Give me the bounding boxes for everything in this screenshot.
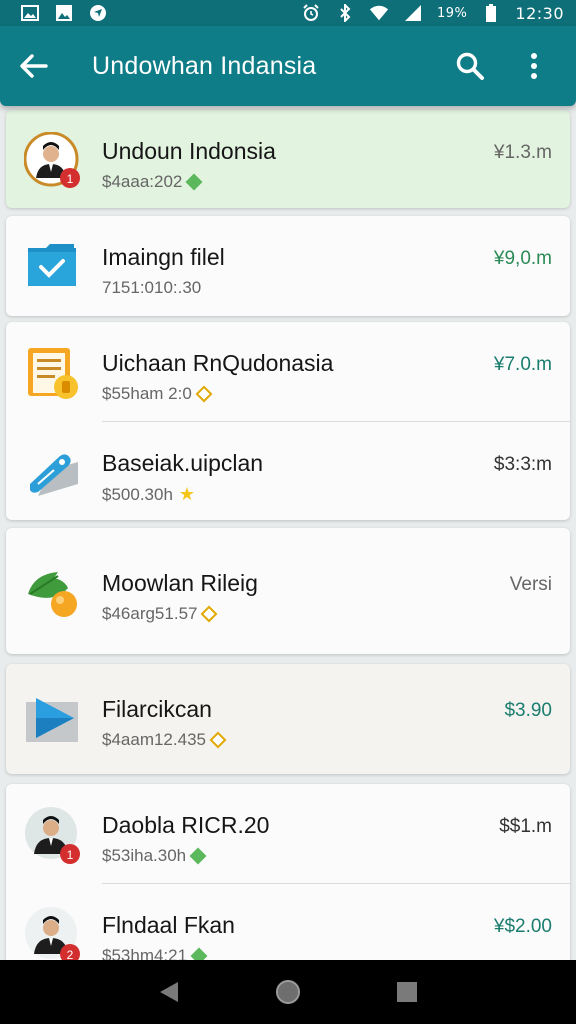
item-subtitle: $46arg51.57	[102, 604, 218, 624]
item-price: $3.90	[504, 700, 552, 721]
list-card: Uichaan RnQudonasia $55ham 2:0 ¥7.0.m Ba…	[6, 322, 570, 520]
item-price: ¥7.0.m	[493, 354, 552, 375]
item-title: Flndaal Fkan	[102, 912, 235, 938]
list-item[interactable]: Baseiak.uipclan $500.30h ★ $3:3:m	[6, 422, 570, 522]
nav-back-icon[interactable]	[149, 972, 189, 1012]
search-icon[interactable]	[448, 44, 492, 88]
item-price: Versi	[509, 574, 552, 595]
back-arrow-icon[interactable]	[20, 44, 64, 88]
item-subtitle-text: $53iha.30h	[102, 846, 187, 865]
item-title: Daobla RICR.20	[102, 812, 270, 838]
list-card: 1 Daobla RICR.20 $53iha.30h $$1.m 2 Flnd…	[6, 784, 570, 960]
item-title: Baseiak.uipclan	[102, 450, 264, 476]
item-subtitle-text: 7151:010:.30	[102, 278, 202, 297]
list-card: 1 Undoun Indonsia $4aaa:202 ¥1.3.m	[6, 110, 570, 208]
app-bar: Undowhan Indansia	[0, 26, 576, 106]
avatar-icon: 2	[24, 906, 82, 960]
item-subtitle: $500.30h ★	[102, 484, 195, 505]
battery-icon	[481, 4, 501, 22]
system-nav-bar	[0, 960, 576, 1024]
play-icon	[24, 690, 82, 748]
leaf-icon	[24, 564, 82, 622]
item-subtitle: $55ham 2:0	[102, 384, 213, 404]
item-title: Moowlan Rileig	[102, 570, 258, 596]
list-item[interactable]: Moowlan Rileig $46arg51.57 Versi	[6, 542, 570, 642]
wifi-icon	[369, 4, 389, 22]
item-subtitle-text: $46arg51.57	[102, 604, 198, 623]
more-options-icon[interactable]	[512, 44, 556, 88]
list-item[interactable]: Uichaan RnQudonasia $55ham 2:0 ¥7.0.m	[6, 322, 570, 422]
item-price: $3:3:m	[493, 454, 552, 475]
item-subtitle-text: $53hm4:21	[102, 946, 188, 960]
item-subtitle-text: $4aam12.435	[102, 730, 206, 749]
battery-percent: 19%	[436, 5, 468, 21]
list-item[interactable]: 1 Daobla RICR.20 $53iha.30h $$1.m	[6, 784, 570, 884]
item-price: ¥1.3.m	[493, 142, 552, 163]
green-diamond-icon	[185, 173, 203, 191]
list-card: Moowlan Rileig $46arg51.57 Versi	[6, 528, 570, 654]
gold-diamond-icon	[209, 731, 227, 749]
page-title: Undowhan Indansia	[92, 51, 317, 80]
list-item[interactable]: Imaingn filel 7151:010:.30 ¥9,0.m	[6, 216, 570, 316]
gallery-notification-icon	[20, 4, 40, 22]
item-subtitle: $4aam12.435	[102, 730, 227, 750]
image-notification-icon	[54, 4, 74, 22]
alarm-icon	[301, 4, 321, 22]
item-subtitle-text: $500.30h	[102, 484, 173, 504]
green-diamond-icon	[190, 947, 208, 960]
status-bar: 19% 12:30	[0, 0, 576, 26]
badge-count: 2	[67, 948, 74, 960]
ticket-icon	[24, 444, 82, 502]
list-card: Imaingn filel 7151:010:.30 ¥9,0.m	[6, 216, 570, 316]
list-card: Filarcikcan $4aam12.435 $3.90	[6, 664, 570, 774]
gold-diamond-icon	[200, 605, 218, 623]
document-icon	[24, 344, 82, 402]
avatar-icon: 1	[23, 131, 82, 190]
item-title: Filarcikcan	[102, 696, 212, 722]
gold-diamond-icon	[195, 385, 213, 403]
item-list: 1 Undoun Indonsia $4aaa:202 ¥1.3.m Imain…	[0, 108, 576, 960]
bluetooth-icon	[335, 4, 355, 22]
list-item[interactable]: 1 Undoun Indonsia $4aaa:202 ¥1.3.m	[6, 110, 570, 210]
nav-home-icon[interactable]	[268, 972, 308, 1012]
mail-folder-icon	[24, 238, 82, 296]
badge-count: 1	[67, 172, 74, 186]
item-price: ¥$2.00	[493, 916, 552, 937]
item-subtitle: 7151:010:.30	[102, 278, 201, 298]
item-title: Uichaan RnQudonasia	[102, 350, 334, 376]
list-item[interactable]: Filarcikcan $4aam12.435 $3.90	[6, 668, 570, 768]
list-item[interactable]: 2 Flndaal Fkan $53hm4:21 ¥$2.00	[6, 884, 570, 960]
item-title: Imaingn filel	[102, 244, 225, 270]
item-title: Undoun Indonsia	[102, 138, 276, 164]
item-subtitle: $53hm4:21	[102, 946, 208, 960]
clock: 12:30	[515, 3, 564, 23]
item-subtitle-text: $55ham 2:0	[102, 384, 192, 403]
item-price: ¥9,0.m	[493, 248, 552, 269]
signal-icon	[403, 4, 423, 22]
badge-count: 1	[67, 848, 74, 862]
location-notification-icon	[88, 4, 108, 22]
item-price: $$1.m	[499, 816, 552, 837]
item-subtitle: $53iha.30h	[102, 846, 207, 866]
star-icon: ★	[178, 484, 196, 504]
green-diamond-icon	[189, 847, 207, 865]
avatar-icon: 1	[24, 806, 82, 864]
item-subtitle-text: $4aaa:202	[102, 172, 183, 191]
item-subtitle: $4aaa:202	[102, 172, 203, 192]
nav-recents-icon[interactable]	[387, 972, 427, 1012]
